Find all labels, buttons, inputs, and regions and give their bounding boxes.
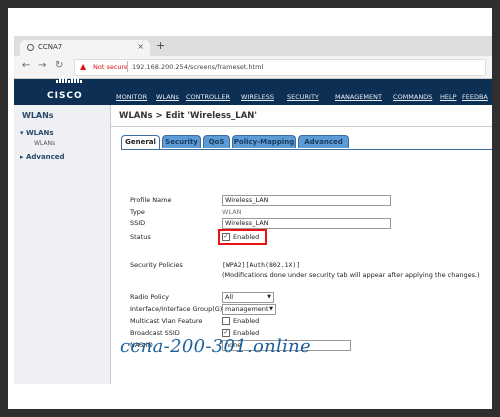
menu-security[interactable]: SECURITY xyxy=(287,93,319,101)
url-text: 192.168.200.254/screens/frameset.html xyxy=(132,63,264,71)
chevron-down-icon: ▼ xyxy=(269,306,273,312)
ssid-label: SSID xyxy=(130,219,146,227)
sidebar-title: WLANs xyxy=(22,111,54,120)
new-tab-button[interactable]: + xyxy=(156,39,165,52)
multicast-checkbox[interactable] xyxy=(222,317,230,325)
address-bar-row: ← → ↻ ▲ Not secure 192.168.200.254/scree… xyxy=(14,56,492,79)
ssid-input[interactable]: Wireless_LAN xyxy=(222,218,391,229)
type-value: WLAN xyxy=(222,208,242,216)
radio-policy-select[interactable]: All ▼ xyxy=(222,292,274,303)
reload-icon[interactable]: ↻ xyxy=(55,60,63,71)
not-secure-label: Not secure xyxy=(93,63,129,71)
chevron-down-icon: ▼ xyxy=(267,294,271,300)
outer-border-top xyxy=(0,0,500,8)
close-tab-icon[interactable]: × xyxy=(137,42,144,51)
menu-commands[interactable]: COMMANDS xyxy=(393,93,432,101)
interface-value: management xyxy=(225,305,269,313)
sidebar-subitem-wlans[interactable]: WLANs xyxy=(34,140,55,147)
profile-name-label: Profile Name xyxy=(130,196,172,204)
interface-select[interactable]: management ▼ xyxy=(222,304,276,315)
security-policies-label: Security Policies xyxy=(130,261,183,269)
radio-policy-label: Radio Policy xyxy=(130,293,170,301)
outer-border-bottom xyxy=(0,409,500,417)
title-divider xyxy=(111,126,492,127)
url-field[interactable]: ▲ Not secure 192.168.200.254/screens/fra… xyxy=(74,59,486,76)
multicast-enabled-label: Enabled xyxy=(233,317,260,325)
menu-feedback[interactable]: FEEDBA xyxy=(462,93,488,101)
multicast-label: Multicast Vlan Feature xyxy=(130,317,203,325)
cisco-header: CISCO MONITOR WLANs CONTROLLER WIRELESS … xyxy=(14,76,492,105)
globe-icon xyxy=(27,44,34,51)
sidebar: WLANs ▾ WLANs WLANs ▸ Advanced xyxy=(14,105,111,384)
menu-wlans[interactable]: WLANs xyxy=(156,93,179,101)
outer-border-right xyxy=(492,0,500,417)
menu-help[interactable]: HELP xyxy=(440,93,457,101)
watermark: ccna-200-301.online xyxy=(120,336,311,357)
sidebar-item-advanced[interactable]: ▸ Advanced xyxy=(20,153,65,161)
browser-window: CCNA7 × + ← → ↻ ▲ Not secure 192.168.200… xyxy=(14,36,492,384)
profile-name-input[interactable]: Wireless_LAN xyxy=(222,195,391,206)
sidebar-item-wlans[interactable]: ▾ WLANs xyxy=(20,129,54,137)
page-title: WLANs > Edit 'Wireless_LAN' xyxy=(119,111,258,121)
menu-management[interactable]: MANAGEMENT xyxy=(335,93,382,101)
menu-wireless[interactable]: WIRELESS xyxy=(241,93,274,101)
tab-security[interactable]: Security xyxy=(162,135,201,148)
chevron-right-icon: ▸ xyxy=(20,153,24,161)
url-divider xyxy=(127,61,128,72)
status-label: Status xyxy=(130,233,151,241)
radio-policy-value: All xyxy=(225,293,234,301)
interface-label: Interface/Interface Group(G) xyxy=(130,305,223,313)
highlight-box xyxy=(218,229,267,245)
sidebar-item-label: Advanced xyxy=(25,153,65,161)
chevron-down-icon: ▾ xyxy=(20,129,24,137)
menu-controller[interactable]: CONTROLLER xyxy=(186,93,230,101)
tab-title: CCNA7 xyxy=(38,43,63,51)
cisco-logo: CISCO xyxy=(47,91,83,101)
warning-icon: ▲ xyxy=(80,62,87,71)
security-policies-value: [WPA2][Auth(802.1X)] xyxy=(222,261,301,269)
type-label: Type xyxy=(130,208,145,216)
outer-border-left xyxy=(0,0,8,417)
sidebar-item-label: WLANs xyxy=(25,129,54,137)
browser-tab-strip: CCNA7 × + xyxy=(14,36,492,56)
tab-qos[interactable]: QoS xyxy=(203,135,230,148)
tab-policy-mapping[interactable]: Policy-Mapping xyxy=(232,135,296,148)
forward-arrow-icon[interactable]: → xyxy=(38,60,46,71)
tab-underline xyxy=(121,149,492,150)
back-arrow-icon[interactable]: ← xyxy=(22,60,30,71)
tab-advanced[interactable]: Advanced xyxy=(298,135,349,148)
tab-general[interactable]: General xyxy=(121,135,160,149)
browser-tab[interactable]: CCNA7 × xyxy=(20,40,150,56)
security-note: (Modifications done under security tab w… xyxy=(222,271,480,279)
menu-monitor[interactable]: MONITOR xyxy=(116,93,147,101)
